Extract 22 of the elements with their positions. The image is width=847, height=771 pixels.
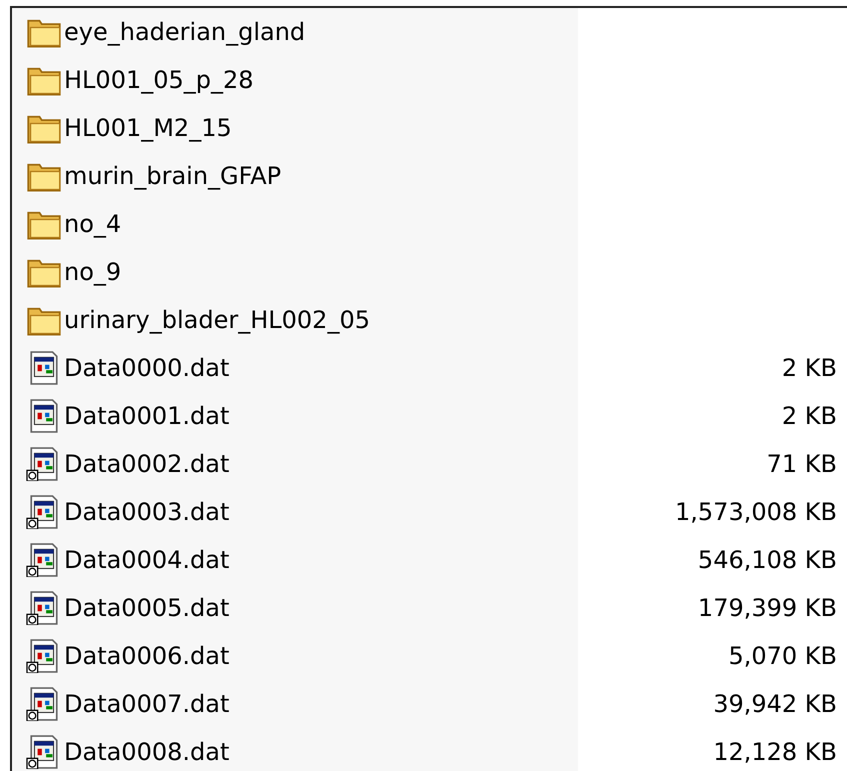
file-size: 12,128 KB [713,738,837,766]
file-name[interactable]: Data0007.dat [64,690,230,718]
file-size: 2 KB [782,402,837,430]
file-size: 39,942 KB [713,690,837,718]
file-name[interactable]: Data0001.dat [64,402,230,430]
file-name[interactable]: Data0006.dat [64,642,230,670]
folder-name[interactable]: no_9 [64,258,122,286]
file-size: 1,573,008 KB [675,498,837,526]
file-size: 71 KB [766,450,837,478]
file-name[interactable]: Data0003.dat [64,498,230,526]
file-name[interactable]: Data0008.dat [64,738,230,766]
folder-name[interactable]: no_4 [64,210,122,238]
folder-name[interactable]: HL001_05_p_28 [64,66,254,94]
file-name[interactable]: Data0000.dat [64,354,230,382]
folder-name[interactable]: HL001_M2_15 [64,114,232,142]
file-size: 2 KB [782,354,837,382]
file-name[interactable]: Data0004.dat [64,546,230,574]
file-size: 5,070 KB [728,642,837,670]
file-size: 179,399 KB [698,594,837,622]
file-name[interactable]: Data0005.dat [64,594,230,622]
file-size: 546,108 KB [698,546,837,574]
file-name[interactable]: Data0002.dat [64,450,230,478]
